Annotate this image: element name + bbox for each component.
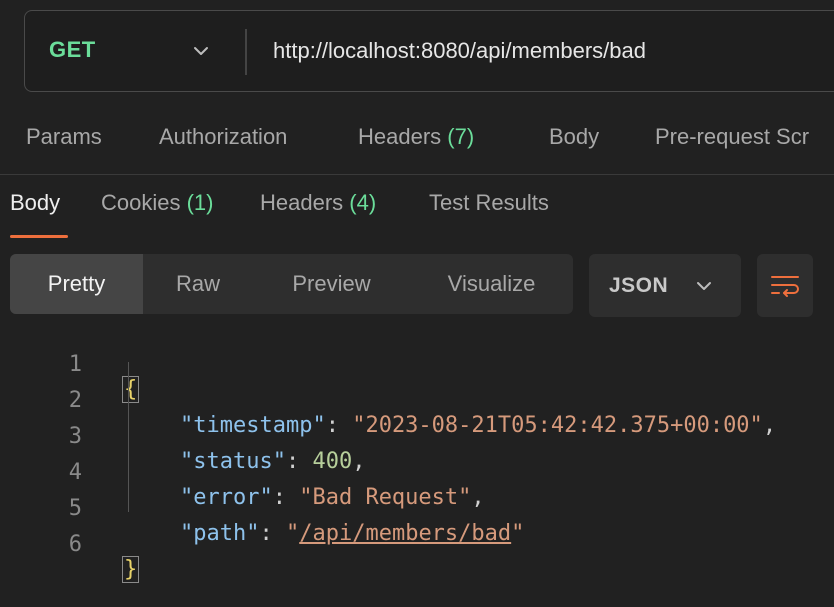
code-line: 1 { [0, 327, 834, 403]
response-tabs: Body Cookies (1) Headers (4) Test Result… [0, 190, 834, 222]
code-line: 2 "timestamp": "2023-08-21T05:42:42.375+… [0, 363, 834, 438]
tab-label: Authorization [159, 124, 288, 149]
format-label: JSON [609, 274, 669, 297]
request-tabs: Params Authorization Headers (7) Body Pr… [0, 124, 834, 156]
line-number: 6 [68, 532, 82, 557]
wrap-lines-button[interactable] [757, 254, 813, 317]
view-pretty-button[interactable]: Pretty [10, 254, 143, 314]
tab-label: Body [549, 124, 600, 149]
tab-count: (7) [447, 124, 475, 149]
tab-count: (1) [186, 190, 214, 215]
tab-label: Headers [260, 190, 344, 215]
indent-guide [128, 362, 129, 512]
code-line: 3 "status": 400, [0, 399, 834, 474]
view-mode-selector: Pretty Raw Preview Visualize [10, 254, 573, 314]
view-raw-button[interactable]: Raw [143, 254, 253, 314]
response-tab-cookies[interactable]: Cookies (1) [101, 190, 214, 216]
code-text: } [122, 556, 140, 583]
response-tab-test-results[interactable]: Test Results [429, 190, 549, 216]
tab-label: Params [26, 124, 102, 149]
tab-pre-request-script[interactable]: Pre-request Scr [655, 124, 809, 150]
active-tab-indicator [10, 235, 68, 238]
response-tab-body[interactable]: Body [10, 190, 60, 216]
view-preview-button[interactable]: Preview [253, 254, 410, 314]
tab-label: Test Results [429, 190, 549, 215]
method-select[interactable]: GET [49, 37, 96, 63]
code-line: 6 } [0, 507, 834, 583]
close-brace: } [122, 556, 140, 583]
request-url-bar: GET http://localhost:8080/api/members/ba… [24, 10, 834, 92]
tab-label: Pre-request Scr [655, 124, 810, 149]
tab-params[interactable]: Params [26, 124, 102, 150]
code-line: 5 "path": "/api/members/bad" [0, 471, 834, 546]
tab-count: (4) [349, 190, 377, 215]
tab-label: Cookies [101, 190, 181, 215]
tab-authorization[interactable]: Authorization [159, 124, 287, 150]
url-divider [245, 29, 247, 75]
section-divider [0, 174, 834, 175]
tab-label: Body [10, 190, 61, 215]
url-input[interactable]: http://localhost:8080/api/members/bad [273, 38, 646, 64]
tab-body[interactable]: Body [549, 124, 599, 150]
wrap-lines-icon [771, 276, 799, 297]
chevron-down-icon[interactable] [191, 41, 211, 61]
format-dropdown[interactable]: JSON [589, 254, 741, 317]
tab-label: Headers [358, 124, 442, 149]
response-tab-headers[interactable]: Headers (4) [260, 190, 376, 216]
tab-headers[interactable]: Headers (7) [358, 124, 474, 150]
chevron-down-icon [697, 282, 711, 290]
view-visualize-button[interactable]: Visualize [410, 254, 573, 314]
code-line: 4 "error": "Bad Request", [0, 435, 834, 510]
